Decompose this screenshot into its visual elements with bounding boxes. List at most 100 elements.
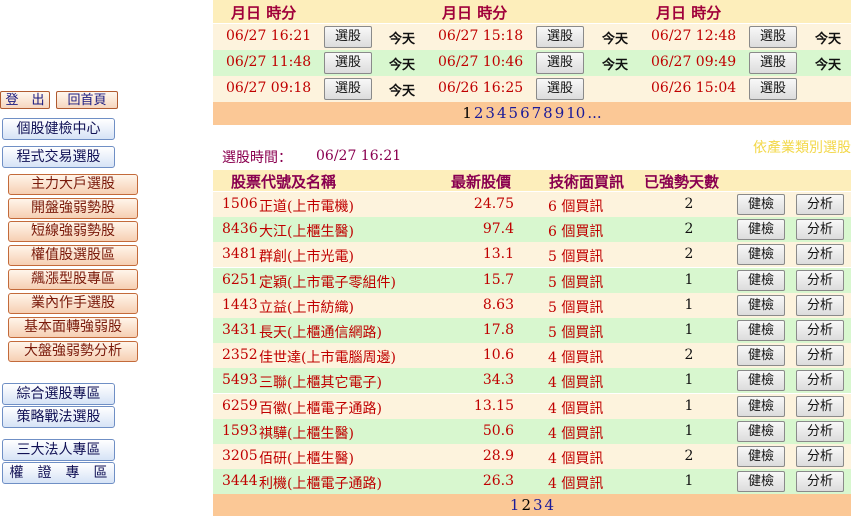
home-button[interactable]: 回首頁 [56,91,118,109]
strong-days: 1 [684,473,694,490]
strong-days: 2 [684,448,694,464]
select-stocks-button[interactable]: 選股 [536,78,584,100]
stock-code[interactable]: 1593 [222,423,258,439]
select-stocks-button[interactable]: 選股 [324,78,372,100]
page-more-link[interactable]: ... [587,104,601,122]
page-link[interactable]: 2 [474,104,484,122]
stock-code[interactable]: 1506 [222,196,258,212]
stock-name[interactable]: 利機(上櫃電子通路) [259,473,382,493]
submenu-item-6[interactable]: 業內作手選股 [8,293,138,314]
stock-name[interactable]: 三聯(上櫃其它電子) [259,372,382,392]
health-check-button[interactable]: 健檢 [737,269,785,291]
page-link[interactable]: 1 [510,496,520,514]
logout-button[interactable]: 登 出 [0,91,50,109]
submenu-item-7[interactable]: 基本面轉強弱股 [8,317,138,338]
header-days: 已強勢天數 [644,173,720,191]
program-trading-button[interactable]: 程式交易選股 [2,146,115,168]
stock-name[interactable]: 佰研(上櫃生醫) [259,448,354,468]
select-stocks-button[interactable]: 選股 [324,52,372,74]
stock-code[interactable]: 5493 [222,372,258,388]
health-check-button[interactable]: 健檢 [737,244,785,266]
health-check-button[interactable]: 健檢 [737,370,785,392]
page-link[interactable]: 8 [543,104,553,122]
page-link[interactable]: 7 [532,104,542,122]
stock-price: 13.1 [482,246,514,263]
stock-code[interactable]: 3444 [222,473,258,489]
table-row: 3444 利機(上櫃電子通路) 26.3 4 個買訊 1 健檢 分析 [213,469,851,495]
stock-code[interactable]: 3205 [222,448,258,464]
table-row: 1443 立益(上市紡織) 8.63 5 個買訊 1 健檢 分析 [213,292,851,318]
stock-code[interactable]: 6259 [222,398,258,414]
submenu-item-1[interactable]: 主力大戶選股 [8,174,138,195]
health-check-button[interactable]: 健檢 [737,420,785,442]
health-check-button[interactable]: 健檢 [737,219,785,241]
select-stocks-button[interactable]: 選股 [536,52,584,74]
analyze-button[interactable]: 分析 [796,269,844,291]
analyze-button[interactable]: 分析 [796,446,844,467]
select-stocks-button[interactable]: 選股 [536,26,584,48]
health-check-button[interactable]: 健檢 [737,294,785,316]
page-link[interactable]: 3 [485,104,495,122]
stock-name[interactable]: 大江(上櫃生醫) [259,221,354,241]
stock-name[interactable]: 定穎(上市電子零組件) [259,272,396,292]
stock-code[interactable]: 6251 [222,272,258,288]
stock-name[interactable]: 百徽(上櫃電子通路) [259,398,382,418]
stock-name[interactable]: 佳世達(上市電腦周邊) [259,347,396,367]
page-link[interactable]: 9 [555,104,565,122]
strategy-selection-button[interactable]: 策略戰法選股 [2,406,115,428]
health-check-button[interactable]: 健檢 [737,471,785,493]
page-link[interactable]: 5 [509,104,519,122]
health-check-button[interactable]: 健檢 [737,446,785,467]
analyze-button[interactable]: 分析 [796,194,844,215]
stock-code[interactable]: 3481 [222,246,258,262]
submenu-item-2[interactable]: 開盤強弱勢股 [8,198,138,219]
submenu-item-3[interactable]: 短線強弱勢股 [8,221,138,242]
analyze-button[interactable]: 分析 [796,471,844,493]
analyze-button[interactable]: 分析 [796,320,844,341]
stock-code[interactable]: 1443 [222,297,258,313]
health-check-button[interactable]: 健檢 [737,320,785,341]
page-link[interactable]: 4 [545,496,555,514]
analyze-button[interactable]: 分析 [796,370,844,392]
stock-price: 26.3 [482,473,514,490]
submenu-item-5[interactable]: 飆漲型股專區 [8,269,138,290]
buy-signal-count: 4 個買訊 [548,451,604,467]
health-check-button[interactable]: 健檢 [737,345,785,367]
stock-name[interactable]: 群創(上市光電) [259,246,354,266]
submenu-item-4[interactable]: 權值股選股區 [8,245,138,266]
stock-name[interactable]: 祺驊(上櫃生醫) [259,423,354,443]
stock-name[interactable]: 立益(上市紡織) [259,297,354,317]
select-stocks-button[interactable]: 選股 [749,78,797,100]
industry-selection-link[interactable]: 依產業類別選股 [753,137,851,157]
health-check-button[interactable]: 健檢 [737,194,785,215]
page-link[interactable]: 1 [462,104,472,122]
analyze-button[interactable]: 分析 [796,219,844,241]
institutional-button[interactable]: 三大法人專區 [2,439,115,461]
select-stocks-button[interactable]: 選股 [749,26,797,48]
warrants-button[interactable]: 權 證 專 區 [2,462,115,484]
analyze-button[interactable]: 分析 [796,420,844,442]
selection-datetime: 06/27 12:48 [651,28,737,44]
health-center-button[interactable]: 個股健檢中心 [2,118,115,140]
stock-name[interactable]: 長天(上櫃通信網路) [259,322,382,342]
page-link[interactable]: 4 [497,104,507,122]
select-stocks-button[interactable]: 選股 [749,52,797,74]
stock-name[interactable]: 正道(上市電機) [259,196,354,216]
submenu-item-8[interactable]: 大盤強弱勢分析 [8,341,138,362]
stock-code[interactable]: 2352 [222,347,258,363]
analyze-button[interactable]: 分析 [796,395,844,417]
combo-selection-button[interactable]: 綜合選股專區 [2,383,115,405]
buy-signal-count: 4 個買訊 [548,400,604,417]
stock-code[interactable]: 8436 [222,221,258,237]
page-link[interactable]: 2 [521,496,531,514]
table-row: 3481 群創(上市光電) 13.1 5 個買訊 2 健檢 分析 [213,242,851,268]
select-stocks-button[interactable]: 選股 [324,26,372,48]
health-check-button[interactable]: 健檢 [737,395,785,417]
analyze-button[interactable]: 分析 [796,244,844,266]
page-link[interactable]: 10 [566,104,585,122]
stock-code[interactable]: 3431 [222,322,258,338]
analyze-button[interactable]: 分析 [796,345,844,367]
page-link[interactable]: 3 [533,496,543,514]
analyze-button[interactable]: 分析 [796,294,844,316]
page-link[interactable]: 6 [520,104,530,122]
